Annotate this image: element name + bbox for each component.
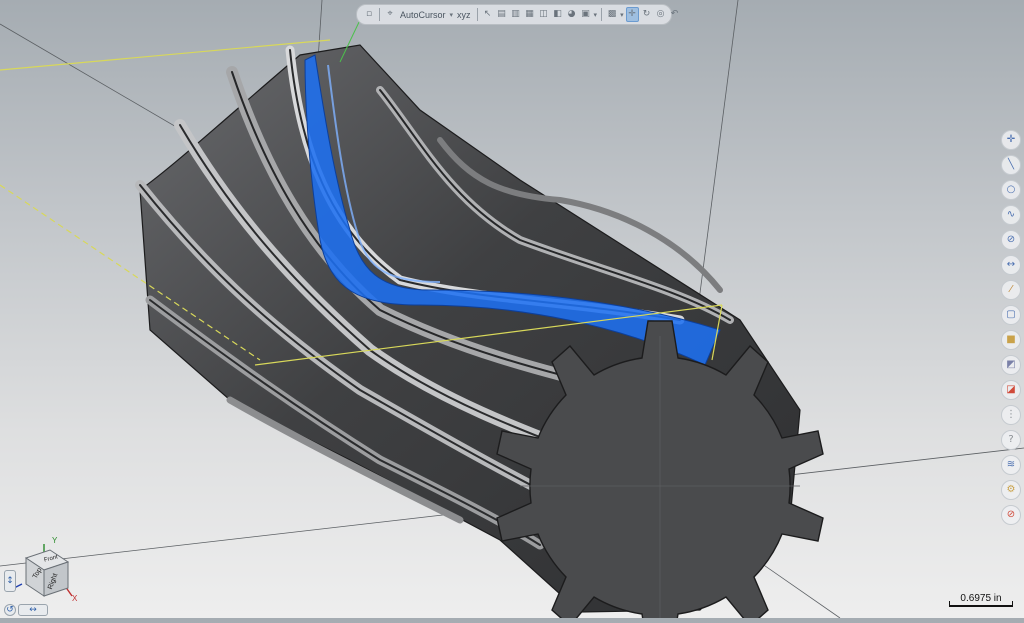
sphere-icon[interactable]: ◕ — [566, 9, 578, 21]
shade-icon[interactable]: ◩ — [1001, 355, 1021, 375]
rotate-icon[interactable]: ↻ — [641, 9, 653, 21]
scale-label: 0.6975 in — [960, 593, 1002, 604]
scale-line — [949, 601, 1013, 607]
line-icon[interactable]: ╲ — [1001, 155, 1021, 175]
layer-icon[interactable]: ▥ — [510, 9, 522, 21]
autocursor-label[interactable]: AutoCursor — [398, 10, 448, 20]
grid-icon[interactable]: ▩ — [606, 9, 618, 21]
new-document-icon[interactable]: ▫ — [363, 9, 375, 21]
autocursor-dropdown-icon[interactable]: ▾ — [450, 11, 454, 19]
right-tool-palette: ✛ ╲ ○ ∿ ⊘ ↔ ⁄ ▢ ■ ◩ ◪ ⋮ ? ≋ ⚙ ⊘ — [1000, 130, 1022, 525]
separator — [379, 8, 380, 21]
info-icon[interactable]: ? — [1001, 430, 1021, 450]
active-tool-icon[interactable]: ✛ — [625, 7, 639, 22]
view-dropdown-icon[interactable]: ▾ — [594, 11, 598, 19]
separator — [476, 8, 478, 21]
view-cube[interactable]: Y X Top Right Front ↕ ↺ ↔ — [2, 536, 86, 618]
point-icon[interactable]: ✛ — [1001, 130, 1021, 150]
autocursor-icon[interactable]: ⌖ — [384, 9, 396, 21]
grid-dropdown-icon[interactable]: ▾ — [620, 11, 624, 19]
reset-view-button[interactable]: ↺ — [4, 604, 16, 616]
slash-icon[interactable]: ⁄ — [1001, 280, 1021, 300]
solid-icon[interactable]: ■ — [1001, 330, 1021, 350]
box-icon[interactable]: ▢ — [1001, 305, 1021, 325]
rotate-horizontal-button[interactable]: ↔ — [18, 604, 48, 616]
camera-icon[interactable]: ◎ — [655, 9, 667, 21]
quick-access-toolbar: ▫ ⌖ AutoCursor ▾ xyz ↖ ▤ ▥ ▦ ◫ ◧ ◕ ▣ ▾ ▩… — [356, 4, 678, 25]
helical-gear-model — [135, 44, 824, 618]
view-icon[interactable]: ▣ — [580, 9, 592, 21]
coordinate-mode-label[interactable]: xyz — [455, 10, 473, 20]
mirror-icon[interactable]: ◧ — [552, 9, 564, 21]
axis-y-label: Y — [52, 536, 58, 545]
scale-bar: 0.6975 in — [949, 593, 1013, 609]
filter-icon[interactable]: ▤ — [496, 9, 508, 21]
settings-icon[interactable]: ⚙ — [1001, 480, 1021, 500]
snap-icon[interactable]: ◫ — [538, 9, 550, 21]
axis-x-label: X — [72, 594, 78, 603]
layer-icon[interactable]: ≋ — [1001, 455, 1021, 475]
undo-icon[interactable]: ↶ — [669, 9, 681, 21]
rotate-vertical-button[interactable]: ↕ — [4, 570, 16, 592]
no-entry-icon[interactable]: ⊘ — [1001, 505, 1021, 525]
grid-icon[interactable]: ⋮ — [1001, 405, 1021, 425]
separator — [601, 8, 603, 21]
select-icon[interactable]: ↖ — [482, 9, 494, 21]
group-icon[interactable]: ▦ — [524, 9, 536, 21]
dimension-icon[interactable]: ↔ — [1001, 255, 1021, 275]
ellipse-icon[interactable]: ⊘ — [1001, 230, 1021, 250]
circle-icon[interactable]: ○ — [1001, 180, 1021, 200]
color-icon[interactable]: ◪ — [1001, 380, 1021, 400]
spline-icon[interactable]: ∿ — [1001, 205, 1021, 225]
3d-viewport[interactable] — [0, 0, 1024, 618]
